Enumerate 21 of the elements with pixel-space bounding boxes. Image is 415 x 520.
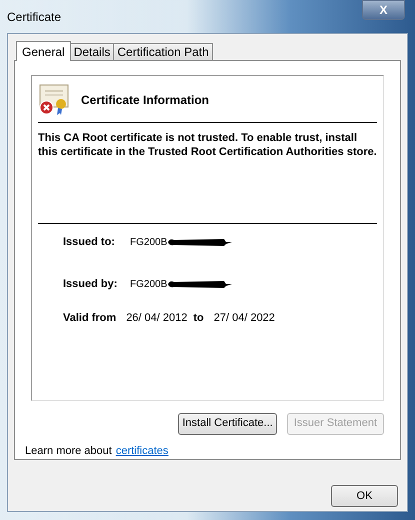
redaction-mark [168,238,232,246]
trust-message: This CA Root certificate is not trusted. To enable trust, install this certificate in the Trusted Root Certification Authorities store. [38,131,377,160]
learn-more-text: Learn more about [25,444,112,458]
info-heading: Certificate Information [81,92,210,109]
field-label: Valid from [63,310,116,326]
field-value: 26/ 04/ 2012 [126,310,188,326]
field-value: FG200B [130,236,168,250]
field-label: Issued by: [63,276,118,292]
ok-button[interactable]: OK [331,485,398,507]
tab[interactable]: Certification Path [113,43,213,60]
field-value: FG200B [130,278,168,292]
dialog-button[interactable]: Install Certificate... [178,412,277,434]
tab[interactable]: Details [70,43,114,60]
field-label: to [193,310,204,326]
certificate-error-icon [38,84,70,116]
field-label: Issued to: [63,234,116,250]
window-title: Certificate [7,8,62,26]
redaction-mark [168,280,232,288]
field-value: 27/ 04/ 2022 [214,310,275,326]
certificates-link[interactable]: certificates [116,442,168,459]
tab[interactable]: General [16,41,71,61]
